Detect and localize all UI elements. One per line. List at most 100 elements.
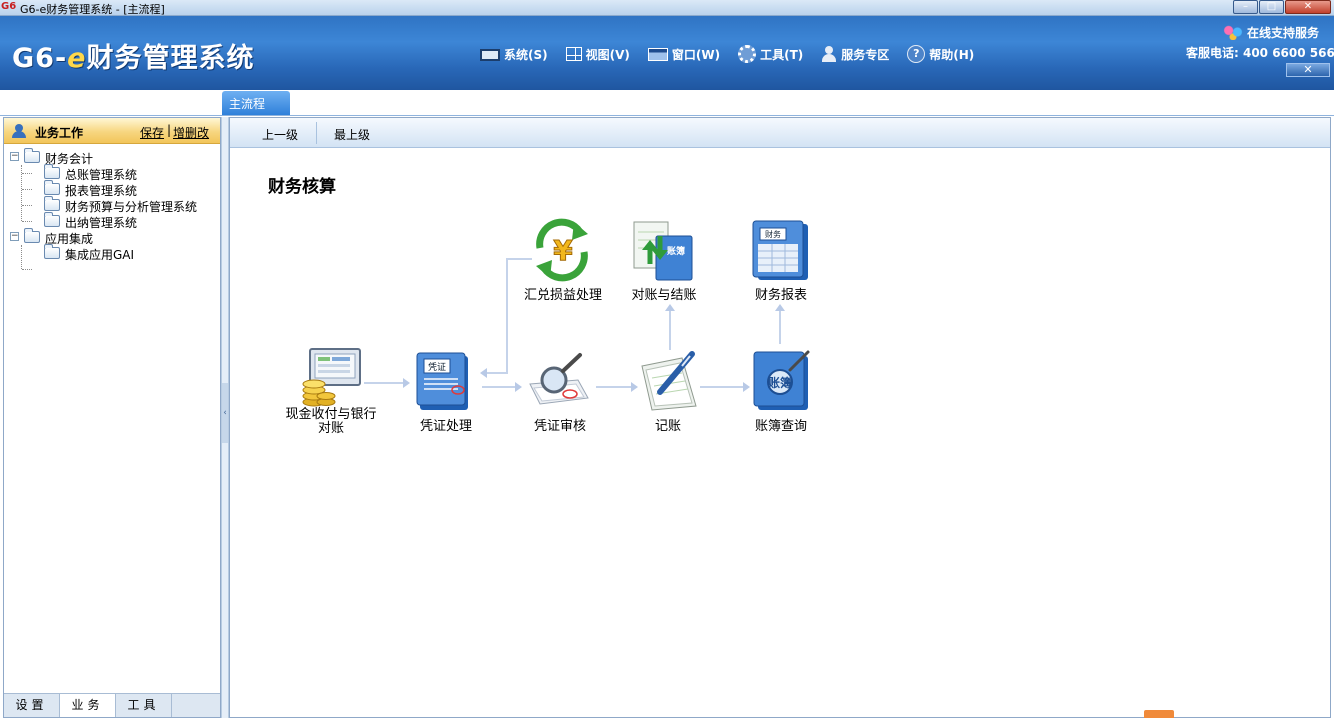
exchange-label: 汇兑损益处理 (523, 288, 602, 303)
online-support-link[interactable]: 在线支持服务 (1222, 24, 1319, 41)
flow-arrow (482, 382, 522, 392)
menu-view[interactable]: 视图(V) (565, 43, 630, 65)
query-label: 账簿查询 (754, 419, 807, 434)
collapse-panel-handle[interactable]: ‹ (222, 383, 228, 443)
menu-service[interactable]: 服务专区 (821, 43, 889, 65)
folder-icon (44, 244, 60, 259)
tree-guide (22, 269, 32, 270)
tab-business[interactable]: 业务 (60, 694, 116, 717)
nav-divider (316, 122, 317, 144)
currency-exchange-icon: ¥ (536, 218, 588, 282)
close-tab-button[interactable]: ✕ (1286, 63, 1330, 77)
cash-bank-node[interactable] (300, 346, 364, 408)
main-content: 上一级 最上级 财务核算 现金收付与银行 对账 凭证 凭证处理 凭证审核 记账 … (229, 117, 1331, 718)
tab-main-flow[interactable]: 主流程 (222, 91, 290, 115)
audit-label: 凭证审核 (533, 419, 586, 434)
query-icon-text: 账簿 (768, 375, 792, 390)
menu-help[interactable]: ? 帮助(H) (907, 43, 974, 65)
main-menu: 系统(S) 视图(V) 窗口(W) 工具(T) 服务专区 ? 帮助(H) (480, 43, 992, 65)
voucher-node[interactable]: 凭证 (414, 350, 472, 412)
cash-register-icon (302, 348, 361, 407)
flow-arrow (665, 304, 675, 350)
report-label: 财务报表 (754, 288, 807, 303)
title-bar: G6 G6-e财务管理系统 - [主流程] – □ ✕ (0, 0, 1334, 16)
person-icon (821, 46, 837, 62)
folder-icon (44, 164, 60, 179)
ledger-pen-icon (641, 351, 697, 411)
minimize-button[interactable]: – (1233, 0, 1258, 14)
post-node[interactable] (638, 348, 700, 412)
report-node[interactable]: 财务 (750, 218, 812, 282)
flow-arrow (596, 382, 638, 392)
app-header: G6-e财务管理系统 系统(S) 视图(V) 窗口(W) 工具(T) 服务专区 … (0, 16, 1334, 90)
flow-arrow (775, 304, 785, 344)
tree-node-cashier[interactable]: 出纳管理系统 (8, 212, 218, 230)
support-icon (1222, 24, 1244, 40)
grid-icon (565, 47, 582, 61)
window-title: G6-e财务管理系统 - [主流程] (20, 3, 165, 16)
folder-icon (24, 148, 40, 163)
menu-system[interactable]: 系统(S) (480, 43, 548, 65)
maximize-button[interactable]: □ (1259, 0, 1284, 14)
reconcile-label: 对账与结账 (631, 288, 697, 303)
corner-widget (1144, 710, 1174, 718)
folder-icon (44, 212, 60, 227)
flow-arrow (700, 382, 750, 392)
user-icon (12, 124, 26, 138)
monitor-icon (480, 49, 500, 61)
tab-strip (0, 90, 1334, 116)
reconcile-node[interactable]: 账簿 (632, 218, 696, 282)
flow-line (506, 258, 532, 260)
close-window-button[interactable]: ✕ (1285, 0, 1331, 14)
help-icon: ? (907, 45, 926, 63)
save-link[interactable]: 保存 (140, 124, 164, 141)
window-icon (647, 47, 668, 61)
up-level-button[interactable]: 上一级 (262, 126, 298, 143)
app-logo: G6-e财务管理系统 (12, 43, 255, 74)
audit-node[interactable] (526, 350, 592, 410)
voucher-icon-text: 凭证 (428, 361, 446, 373)
app-icon: G6 (1, 1, 17, 12)
top-level-button[interactable]: 最上级 (334, 126, 370, 143)
panel-splitter[interactable]: ‹ (221, 117, 229, 718)
link-separator: | (167, 123, 172, 137)
query-node[interactable]: 账簿 (750, 348, 812, 412)
tab-tools[interactable]: 工具 (116, 694, 172, 717)
folder-icon (44, 180, 60, 195)
left-panel-title: 业务工作 (35, 126, 84, 140)
flow-arrow (364, 378, 410, 388)
tree-node-report[interactable]: 报表管理系统 (8, 180, 218, 198)
ledger-search-icon: 账簿 (753, 350, 810, 410)
financial-report-icon: 财务 (752, 220, 808, 280)
tree-node-budget[interactable]: 财务预算与分析管理系统 (8, 196, 218, 214)
support-phone: 客服电话: 400 6600 566 (1186, 46, 1334, 60)
tree-node-general-ledger[interactable]: 总账管理系统 (8, 164, 218, 182)
folder-icon (24, 228, 40, 243)
reconcile-book-icon: 账簿 (633, 221, 693, 281)
collapse-toggle[interactable]: − (10, 232, 19, 241)
exchange-icon-text: ¥ (553, 234, 573, 267)
report-icon-text: 财务 (765, 229, 781, 239)
tab-settings[interactable]: 设置 (4, 694, 60, 717)
folder-icon (44, 196, 60, 211)
left-panel: 业务工作 保存 | 增删改 − 财务会计 总账管理系统 报表管理系统 财务预算与… (3, 117, 221, 718)
section-title: 财务核算 (268, 177, 336, 197)
tree-node-integration[interactable]: − 应用集成 (8, 228, 218, 246)
nav-bar: 上一级 最上级 (230, 118, 1330, 148)
left-panel-header: 业务工作 保存 | 增删改 (4, 118, 220, 144)
left-panel-tabs: 设置 业务 工具 (4, 693, 220, 717)
voucher-icon: 凭证 (416, 352, 468, 410)
flow-line (506, 258, 508, 374)
menu-window[interactable]: 窗口(W) (647, 43, 720, 65)
voucher-label: 凭证处理 (419, 419, 472, 434)
cash-bank-label: 现金收付与银行 对账 (285, 407, 377, 436)
business-tree: − 财务会计 总账管理系统 报表管理系统 财务预算与分析管理系统 出纳管理系统 … (8, 148, 218, 270)
flow-arrow (480, 368, 508, 378)
collapse-toggle[interactable]: − (10, 152, 19, 161)
exchange-node[interactable]: ¥ (530, 218, 594, 282)
tree-node-gai[interactable]: 集成应用GAI (8, 244, 218, 262)
tree-node-finance[interactable]: − 财务会计 (8, 148, 218, 166)
reconcile-icon-text: 账簿 (667, 245, 685, 257)
edit-link[interactable]: 增删改 (173, 124, 209, 141)
menu-tools[interactable]: 工具(T) (738, 43, 803, 65)
